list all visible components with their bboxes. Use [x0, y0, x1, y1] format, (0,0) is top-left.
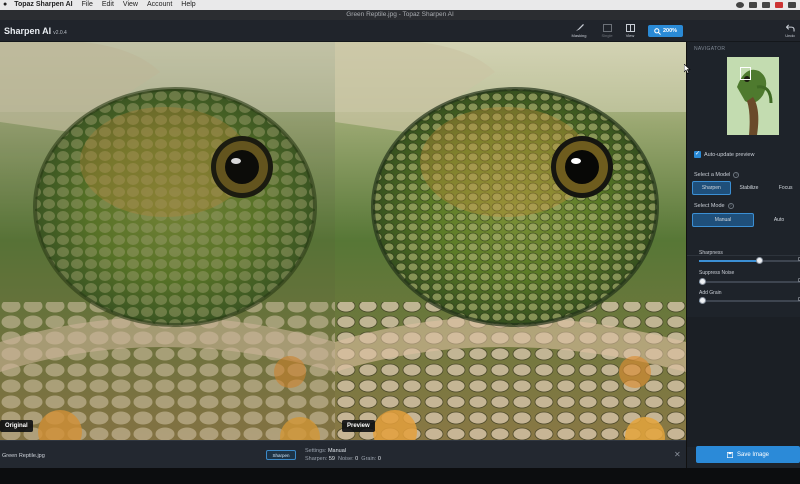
menu-bar: ● Topaz Sharpen AI File Edit View Accoun…: [0, 0, 800, 10]
help-icon[interactable]: ?: [733, 172, 740, 178]
navigator-thumbnail[interactable]: [727, 57, 779, 135]
masking-label: Masking: [571, 33, 587, 38]
add-grain-knob[interactable]: [699, 297, 706, 304]
menu-file[interactable]: File: [82, 0, 93, 10]
help-icon[interactable]: ?: [727, 203, 734, 209]
brand-name: Sharpen AI: [4, 26, 52, 36]
suppress-noise-knob[interactable]: [699, 278, 706, 285]
model-selector: Sharpen Stabilize Focus: [692, 181, 800, 195]
model-stabilize[interactable]: Stabilize: [731, 181, 768, 195]
split-view-icon: [625, 24, 635, 32]
save-image-button[interactable]: Save Image: [696, 446, 800, 463]
mode-section-label: Select Mode ?: [694, 203, 734, 209]
noise-value: 0: [355, 456, 359, 462]
split-view-label: View: [625, 33, 635, 38]
thumbnail-image: [727, 57, 779, 135]
image-viewer[interactable]: Original Preview: [0, 42, 686, 440]
original-pane[interactable]: Original: [0, 42, 335, 440]
single-view-button[interactable]: Single: [597, 23, 617, 40]
menubar-status-icons: [736, 0, 796, 10]
model-focus[interactable]: Focus: [767, 181, 800, 195]
sharpness-knob[interactable]: [756, 257, 763, 264]
settings-key: Settings:: [305, 448, 327, 454]
navigator-label: NAVIGATOR: [694, 46, 726, 52]
preview-pane[interactable]: Preview: [335, 42, 686, 440]
mouse-cursor-icon: [684, 64, 691, 74]
sharpen-value: 59: [328, 456, 335, 462]
zoom-button[interactable]: 200%: [648, 25, 683, 37]
file-name[interactable]: Green Reptile.jpg: [2, 453, 45, 459]
undo-button[interactable]: Undo: [782, 23, 798, 40]
panel-empty-area: [687, 317, 800, 447]
app-toolbar: Sharpen AI v2.0.4 Masking Single View 200…: [0, 20, 800, 42]
undo-label: Undo: [785, 33, 795, 38]
add-grain-slider[interactable]: [699, 297, 800, 304]
sharpness-slider[interactable]: [699, 257, 800, 264]
bottom-strip: [0, 468, 800, 484]
mode-label: Select Mode: [694, 203, 725, 209]
model-sharpen[interactable]: Sharpen: [692, 181, 731, 195]
grain-value: 0: [377, 456, 381, 462]
menu-edit[interactable]: Edit: [102, 0, 114, 10]
menu-account[interactable]: Account: [147, 0, 172, 10]
sharpness-fill: [699, 260, 759, 262]
mode-selector: Manual Auto: [692, 213, 800, 227]
checkbox-checked-icon[interactable]: ✓: [694, 151, 701, 158]
mode-auto[interactable]: Auto: [754, 213, 800, 227]
brand-version: v2.0.4: [53, 30, 67, 36]
model-section-label: Select a Model ?: [694, 172, 740, 178]
single-view-label: Single: [601, 33, 613, 38]
display-icon[interactable]: [762, 2, 770, 8]
brush-icon: [575, 24, 584, 32]
model-label: Select a Model: [694, 172, 731, 178]
sync-icon[interactable]: [749, 2, 757, 8]
status-dot-icon[interactable]: [736, 2, 744, 8]
undo-icon: [785, 24, 795, 32]
wifi-icon[interactable]: [788, 2, 796, 8]
original-image: [0, 42, 335, 440]
split-view-button[interactable]: View: [620, 23, 640, 40]
mode-badge[interactable]: Sharpen: [266, 450, 296, 460]
navigator-viewport-box[interactable]: [740, 67, 751, 80]
settings-summary: Settings: Manual Sharpen: 59 Noise: 0 Gr…: [305, 447, 381, 463]
preview-image: [335, 42, 686, 440]
original-label: Original: [0, 420, 33, 432]
magnifier-icon: [654, 27, 661, 35]
record-icon[interactable]: [775, 2, 783, 8]
image-info-bar: Green Reptile.jpg Sharpen Settings: Manu…: [0, 440, 686, 468]
menu-view[interactable]: View: [123, 0, 138, 10]
sharpen-key: Sharpen:: [305, 456, 328, 462]
masking-button[interactable]: Masking: [569, 23, 589, 40]
preview-label: Preview: [342, 420, 375, 432]
apple-menu-icon[interactable]: ●: [3, 0, 7, 10]
window-title: Green Reptile.jpg - Topaz Sharpen AI: [0, 10, 800, 20]
menu-help[interactable]: Help: [181, 0, 195, 10]
control-panel: NAVIGATOR ✓ Auto-update preview Select a…: [686, 42, 800, 468]
zoom-level: 200%: [662, 28, 678, 34]
sharpness-label: Sharpness: [699, 250, 723, 256]
suppress-noise-label: Suppress Noise: [699, 270, 735, 276]
grain-key: Grain:: [361, 456, 377, 462]
suppress-noise-slider[interactable]: [699, 278, 800, 285]
close-icon[interactable]: ✕: [674, 450, 681, 459]
app-brand: Sharpen AI v2.0.4: [4, 26, 67, 36]
add-grain-label: Add Grain: [699, 290, 722, 296]
settings-value: Manual: [327, 448, 346, 454]
menu-app-name[interactable]: Topaz Sharpen AI: [14, 0, 72, 10]
save-image-label: Save Image: [736, 451, 770, 458]
mode-manual[interactable]: Manual: [692, 213, 754, 227]
auto-update-checkbox[interactable]: ✓ Auto-update preview: [694, 151, 754, 158]
noise-key: Noise:: [338, 456, 354, 462]
single-view-icon: [602, 24, 612, 32]
auto-update-label: Auto-update preview: [704, 151, 755, 158]
save-icon: [726, 451, 733, 458]
